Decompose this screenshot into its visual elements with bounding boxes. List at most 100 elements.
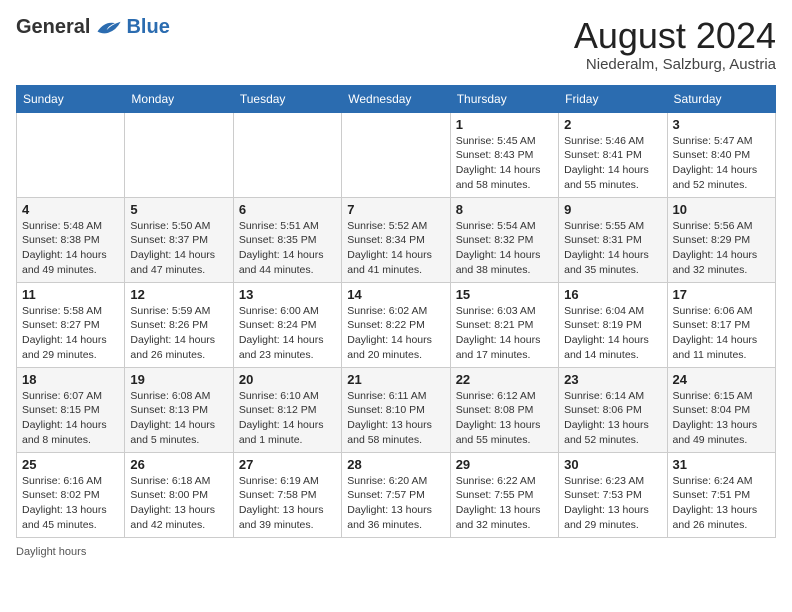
day-info: Sunrise: 5:47 AMSunset: 8:40 PMDaylight:… [673, 134, 770, 193]
page-header: General Blue August 2024 Niederalm, Salz… [16, 16, 776, 73]
calendar-cell: 5Sunrise: 5:50 AMSunset: 8:37 PMDaylight… [125, 197, 233, 282]
day-number: 22 [456, 372, 553, 387]
calendar-cell: 6 Sunrise: 5:51 AMSunset: 8:35 PMDaylight… [233, 197, 341, 282]
day-number: 6 [239, 202, 336, 217]
calendar-cell: 9 Sunrise: 5:55 AMSunset: 8:31 PMDaylight… [559, 197, 667, 282]
day-number: 15 [456, 287, 553, 302]
logo-bird-icon [94, 17, 122, 39]
logo: General Blue [16, 16, 170, 39]
day-info: Sunrise: 6:23 AMSunset: 7:53 PMDaylight:… [564, 474, 661, 533]
calendar-cell [233, 112, 341, 197]
calendar-cell [17, 112, 125, 197]
day-info: Sunrise: 5:55 AMSunset: 8:31 PMDaylight:… [564, 219, 661, 278]
calendar-cell: 18 Sunrise: 6:07 AMSunset: 8:15 PMDayligh… [17, 367, 125, 452]
day-number: 9 [564, 202, 661, 217]
header-thursday: Thursday [450, 85, 558, 112]
calendar-cell: 29Sunrise: 6:22 AMSunset: 7:55 PMDayligh… [450, 452, 558, 537]
header-friday: Friday [559, 85, 667, 112]
day-info: Sunrise: 6:24 AMSunset: 7:51 PMDaylight:… [673, 474, 770, 533]
calendar-week-3: 18 Sunrise: 6:07 AMSunset: 8:15 PMDayligh… [17, 367, 776, 452]
calendar-week-1: 4 Sunrise: 5:48 AMSunset: 8:38 PMDaylight… [17, 197, 776, 282]
calendar-week-4: 25Sunrise: 6:16 AMSunset: 8:02 PMDayligh… [17, 452, 776, 537]
calendar-cell: 21Sunrise: 6:11 AMSunset: 8:10 PMDayligh… [342, 367, 450, 452]
day-number: 12 [130, 287, 227, 302]
day-info: Sunrise: 5:56 AMSunset: 8:29 PMDaylight:… [673, 219, 770, 278]
header-tuesday: Tuesday [233, 85, 341, 112]
day-number: 1 [456, 117, 553, 132]
day-number: 17 [673, 287, 770, 302]
month-year-title: August 2024 [574, 16, 776, 56]
calendar-cell: 22 Sunrise: 6:12 AMSunset: 8:08 PMDayligh… [450, 367, 558, 452]
day-info: Sunrise: 6:08 AMSunset: 8:13 PMDaylight:… [130, 389, 227, 448]
day-number: 30 [564, 457, 661, 472]
day-info: Sunrise: 6:07 AMSunset: 8:15 PMDaylight:… [22, 389, 119, 448]
calendar-cell: 17 Sunrise: 6:06 AMSunset: 8:17 PMDayligh… [667, 282, 775, 367]
day-number: 29 [456, 457, 553, 472]
day-number: 18 [22, 372, 119, 387]
day-number: 8 [456, 202, 553, 217]
calendar-cell: 23Sunrise: 6:14 AMSunset: 8:06 PMDayligh… [559, 367, 667, 452]
day-info: Sunrise: 6:12 AMSunset: 8:08 PMDaylight:… [456, 389, 553, 448]
calendar-week-0: 1 Sunrise: 5:45 AMSunset: 8:43 PMDaylight… [17, 112, 776, 197]
calendar-cell: 2Sunrise: 5:46 AMSunset: 8:41 PMDaylight… [559, 112, 667, 197]
calendar-cell: 7Sunrise: 5:52 AMSunset: 8:34 PMDaylight… [342, 197, 450, 282]
calendar-cell: 16 Sunrise: 6:04 AMSunset: 8:19 PMDayligh… [559, 282, 667, 367]
calendar-cell: 25Sunrise: 6:16 AMSunset: 8:02 PMDayligh… [17, 452, 125, 537]
day-number: 21 [347, 372, 444, 387]
day-number: 26 [130, 457, 227, 472]
calendar-cell: 15 Sunrise: 6:03 AMSunset: 8:21 PMDayligh… [450, 282, 558, 367]
day-info: Sunrise: 6:15 AMSunset: 8:04 PMDaylight:… [673, 389, 770, 448]
day-number: 4 [22, 202, 119, 217]
calendar-cell: 11 Sunrise: 5:58 AMSunset: 8:27 PMDayligh… [17, 282, 125, 367]
day-number: 2 [564, 117, 661, 132]
day-info: Sunrise: 5:45 AMSunset: 8:43 PMDaylight:… [456, 134, 553, 193]
day-number: 7 [347, 202, 444, 217]
day-number: 24 [673, 372, 770, 387]
day-info: Sunrise: 6:14 AMSunset: 8:06 PMDaylight:… [564, 389, 661, 448]
calendar-cell: 1 Sunrise: 5:45 AMSunset: 8:43 PMDaylight… [450, 112, 558, 197]
calendar-cell: 19 Sunrise: 6:08 AMSunset: 8:13 PMDayligh… [125, 367, 233, 452]
calendar-cell: 20Sunrise: 6:10 AMSunset: 8:12 PMDayligh… [233, 367, 341, 452]
day-info: Sunrise: 6:20 AMSunset: 7:57 PMDaylight:… [347, 474, 444, 533]
calendar-cell [125, 112, 233, 197]
header-saturday: Saturday [667, 85, 775, 112]
calendar-cell: 24 Sunrise: 6:15 AMSunset: 8:04 PMDayligh… [667, 367, 775, 452]
day-info: Sunrise: 6:06 AMSunset: 8:17 PMDaylight:… [673, 304, 770, 363]
day-info: Sunrise: 5:54 AMSunset: 8:32 PMDaylight:… [456, 219, 553, 278]
calendar-cell: 4 Sunrise: 5:48 AMSunset: 8:38 PMDaylight… [17, 197, 125, 282]
day-info: Sunrise: 6:00 AMSunset: 8:24 PMDaylight:… [239, 304, 336, 363]
day-number: 13 [239, 287, 336, 302]
day-number: 19 [130, 372, 227, 387]
calendar-cell: 30 Sunrise: 6:23 AMSunset: 7:53 PMDayligh… [559, 452, 667, 537]
calendar-table: SundayMondayTuesdayWednesdayThursdayFrid… [16, 85, 776, 538]
calendar-cell [342, 112, 450, 197]
calendar-cell: 31 Sunrise: 6:24 AMSunset: 7:51 PMDayligh… [667, 452, 775, 537]
day-info: Sunrise: 6:18 AMSunset: 8:00 PMDaylight:… [130, 474, 227, 533]
calendar-cell: 10 Sunrise: 5:56 AMSunset: 8:29 PMDayligh… [667, 197, 775, 282]
day-number: 28 [347, 457, 444, 472]
day-number: 10 [673, 202, 770, 217]
day-info: Sunrise: 5:48 AMSunset: 8:38 PMDaylight:… [22, 219, 119, 278]
day-number: 31 [673, 457, 770, 472]
day-info: Sunrise: 6:02 AMSunset: 8:22 PMDaylight:… [347, 304, 444, 363]
day-number: 5 [130, 202, 227, 217]
calendar-cell: 8 Sunrise: 5:54 AMSunset: 8:32 PMDaylight… [450, 197, 558, 282]
header-monday: Monday [125, 85, 233, 112]
day-info: Sunrise: 5:58 AMSunset: 8:27 PMDaylight:… [22, 304, 119, 363]
calendar-week-2: 11 Sunrise: 5:58 AMSunset: 8:27 PMDayligh… [17, 282, 776, 367]
header-wednesday: Wednesday [342, 85, 450, 112]
day-number: 27 [239, 457, 336, 472]
day-info: Sunrise: 6:04 AMSunset: 8:19 PMDaylight:… [564, 304, 661, 363]
day-number: 16 [564, 287, 661, 302]
calendar-cell: 14 Sunrise: 6:02 AMSunset: 8:22 PMDayligh… [342, 282, 450, 367]
calendar-cell: 27Sunrise: 6:19 AMSunset: 7:58 PMDayligh… [233, 452, 341, 537]
day-number: 11 [22, 287, 119, 302]
calendar-cell: 13 Sunrise: 6:00 AMSunset: 8:24 PMDayligh… [233, 282, 341, 367]
location-subtitle: Niederalm, Salzburg, Austria [574, 56, 776, 73]
day-number: 14 [347, 287, 444, 302]
calendar-cell: 28 Sunrise: 6:20 AMSunset: 7:57 PMDayligh… [342, 452, 450, 537]
day-info: Sunrise: 5:51 AMSunset: 8:35 PMDaylight:… [239, 219, 336, 278]
day-number: 3 [673, 117, 770, 132]
day-info: Sunrise: 6:03 AMSunset: 8:21 PMDaylight:… [456, 304, 553, 363]
calendar-title-area: August 2024 Niederalm, Salzburg, Austria [574, 16, 776, 73]
